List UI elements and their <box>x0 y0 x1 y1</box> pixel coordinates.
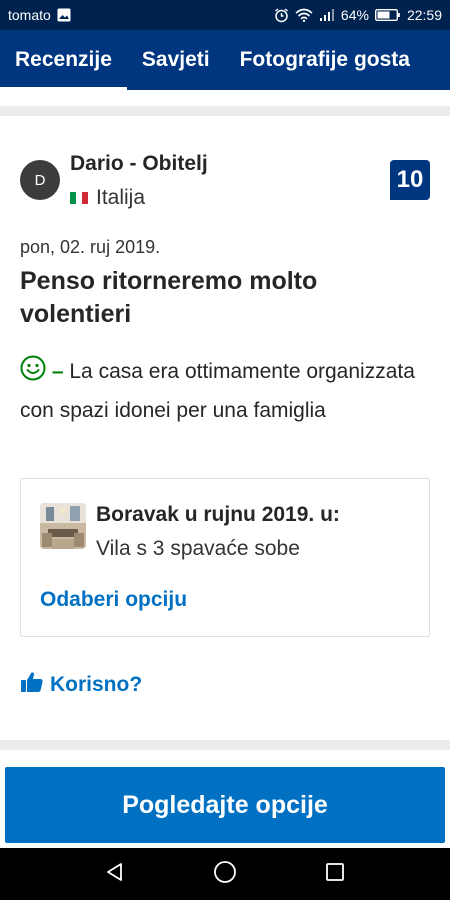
review-date: pon, 02. ruj 2019. <box>20 237 161 257</box>
system-nav-bar <box>0 848 450 900</box>
carrier-label: tomato <box>8 7 51 23</box>
clock: 22:59 <box>406 7 442 23</box>
see-options-button[interactable]: Pogledajte opcije <box>5 767 445 843</box>
reviewer-country: Italija <box>70 186 145 210</box>
review-title: Penso ritorneremo molto volentieri <box>20 267 318 328</box>
tab-guest-photos[interactable]: Fotografije gosta <box>225 30 425 90</box>
positive-text: La casa era ottimamente organizzata con … <box>20 360 415 422</box>
stay-info-card: Boravak u rujnu 2019. u: Vila s 3 spavać… <box>20 478 430 637</box>
smile-icon <box>20 355 46 393</box>
review-content: D Dario - Obitelj Italija 10 pon, 02. ru… <box>0 90 450 767</box>
review-score-badge: 10 <box>390 160 430 200</box>
bottom-action-area: Pogledajte opcije <box>0 767 450 848</box>
battery-percent: 64% <box>340 7 369 23</box>
stay-title: Boravak u rujnu 2019. u: <box>96 503 340 526</box>
divider <box>0 106 450 116</box>
avatar: D <box>20 160 60 200</box>
home-icon[interactable] <box>213 860 237 889</box>
italy-flag-icon <box>70 192 88 204</box>
status-bar: tomato 64% 22:59 <box>0 0 450 30</box>
alarm-icon <box>274 7 289 23</box>
back-icon[interactable] <box>104 861 126 888</box>
positive-dash: – <box>51 360 64 383</box>
tab-reviews[interactable]: Recenzije <box>0 30 127 90</box>
country-label: Italija <box>96 186 146 209</box>
stay-room-type: Vila s 3 spavaće sobe <box>96 537 300 560</box>
wifi-icon <box>295 8 313 22</box>
review-positive: – La casa era ottimamente organizzata co… <box>20 354 430 429</box>
image-icon <box>57 8 71 22</box>
reviewer-header: D Dario - Obitelj Italija 10 <box>20 150 430 210</box>
divider <box>0 740 450 750</box>
helpful-button[interactable]: Korisno? <box>20 670 142 700</box>
room-thumbnail <box>40 503 86 549</box>
recents-icon[interactable] <box>324 861 346 888</box>
helpful-label: Korisno? <box>50 673 143 696</box>
choose-option-link[interactable]: Odaberi opciju <box>40 588 187 612</box>
reviewer-name: Dario - Obitelj <box>70 152 208 175</box>
tab-bar: Recenzije Savjeti Fotografije gosta <box>0 30 450 90</box>
battery-icon <box>374 8 401 22</box>
thumbs-up-icon <box>20 670 44 700</box>
tab-tips[interactable]: Savjeti <box>127 30 225 90</box>
signal-icon <box>319 8 335 22</box>
